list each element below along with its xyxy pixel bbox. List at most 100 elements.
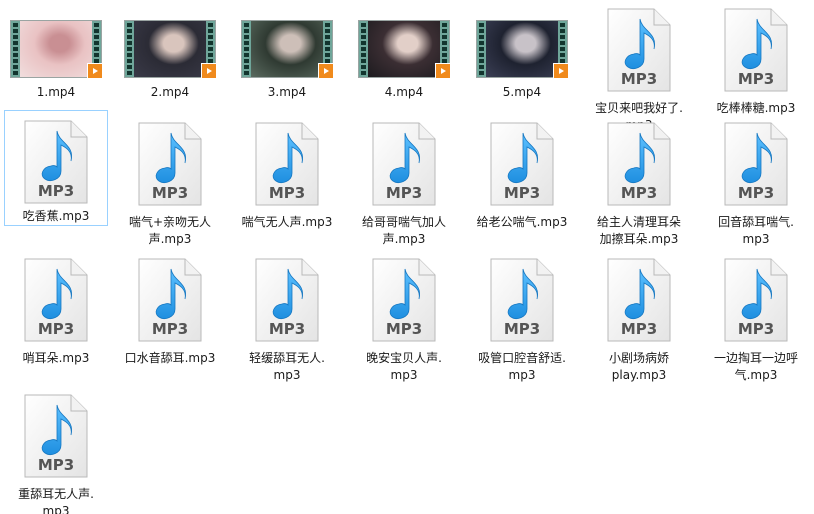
video-frame-preview — [486, 21, 558, 77]
file-name-line: 4.mp4 — [384, 85, 424, 99]
mp3-badge-text: MP3 — [504, 184, 540, 202]
mp3-file-icon: MP3 — [724, 8, 788, 92]
mp3-file-item[interactable]: MP3 轻缓舔耳无人. mp3 — [235, 246, 339, 384]
mp3-badge-text: MP3 — [504, 320, 540, 338]
file-name-label: 口水音舔耳.mp3 — [120, 350, 220, 367]
mp3-badge-text: MP3 — [269, 184, 305, 202]
video-file-icon — [124, 20, 217, 79]
mp3-file-item[interactable]: MP3 回音舔耳喘气. mp3 — [704, 110, 808, 248]
file-name-line: 一边掏耳一边呼 — [713, 351, 798, 365]
file-name-line: 喘气无人声.mp3 — [241, 215, 333, 229]
file-name-line: 给主人清理耳朵 — [596, 215, 681, 229]
mp3-file-item[interactable]: MP3 吃棒棒糖.mp3 — [704, 0, 808, 117]
mp3-file-icon: MP3 — [255, 258, 319, 342]
file-name-label: 1.mp4 — [6, 84, 106, 101]
video-file-item[interactable]: 5.mp4 — [470, 10, 574, 101]
file-thumbnail: MP3 — [591, 2, 687, 98]
mp3-file-icon: MP3 — [24, 394, 88, 478]
mp3-file-icon: MP3 — [724, 258, 788, 342]
mp3-file-icon: MP3 — [372, 258, 436, 342]
play-icon — [318, 63, 334, 79]
video-file-item[interactable]: 4.mp4 — [352, 10, 456, 101]
file-name-line: 1.mp4 — [36, 85, 76, 99]
file-name-line: 3.mp4 — [267, 85, 307, 99]
mp3-badge-text: MP3 — [621, 70, 657, 88]
mp3-file-icon: MP3 — [490, 258, 554, 342]
file-name-label: 轻缓舔耳无人. mp3 — [237, 350, 337, 384]
mp3-file-icon: MP3 — [24, 120, 88, 203]
file-name-label: 5.mp4 — [472, 84, 572, 101]
file-thumbnail: MP3 — [356, 252, 452, 348]
mp3-file-item[interactable]: MP3 吸管口腔音舒适. mp3 — [470, 246, 574, 384]
mp3-file-icon: MP3 — [490, 122, 554, 206]
file-thumbnail: MP3 — [239, 116, 335, 212]
mp3-badge-text: MP3 — [152, 184, 188, 202]
film-strip-icon — [242, 21, 251, 77]
video-file-icon — [10, 20, 103, 79]
file-name-line: mp3 — [508, 368, 536, 382]
file-name-line: 吃香蕉.mp3 — [22, 209, 90, 223]
play-icon — [201, 63, 217, 79]
file-name-label: 小剧场病娇 play.mp3 — [589, 350, 689, 384]
file-name-label: 哨耳朵.mp3 — [6, 350, 106, 367]
mp3-file-icon: MP3 — [138, 122, 202, 206]
file-thumbnail: MP3 — [8, 252, 104, 348]
file-name-line: 给老公喘气.mp3 — [476, 215, 568, 229]
file-thumbnail: MP3 — [708, 116, 804, 212]
mp3-file-item[interactable]: MP3 给哥哥喘气加人 声.mp3 — [352, 110, 456, 248]
mp3-file-item[interactable]: MP3 喘气+亲吻无人 声.mp3 — [118, 110, 222, 248]
file-name-line: 哨耳朵.mp3 — [22, 351, 90, 365]
file-name-label: 给老公喘气.mp3 — [472, 214, 572, 231]
mp3-file-item[interactable]: MP3 口水音舔耳.mp3 — [118, 246, 222, 367]
mp3-file-item[interactable]: MP3 晚安宝贝人声. mp3 — [352, 246, 456, 384]
mp3-file-item[interactable]: MP3 一边掏耳一边呼 气.mp3 — [704, 246, 808, 384]
mp3-file-item[interactable]: MP3 吃香蕉.mp3 — [4, 110, 108, 226]
mp3-badge-text: MP3 — [152, 320, 188, 338]
video-file-item[interactable]: 1.mp4 — [4, 10, 108, 101]
video-file-item[interactable]: 2.mp4 — [118, 10, 222, 101]
file-thumbnail: MP3 — [474, 116, 570, 212]
video-frame-preview — [20, 21, 92, 77]
file-name-line: 轻缓舔耳无人. — [249, 351, 325, 365]
film-strip-icon — [11, 21, 20, 77]
mp3-file-item[interactable]: MP3 给老公喘气.mp3 — [470, 110, 574, 231]
file-name-line: play.mp3 — [611, 368, 667, 382]
file-thumbnail: MP3 — [708, 2, 804, 98]
file-thumbnail: MP3 — [474, 252, 570, 348]
mp3-badge-text: MP3 — [38, 456, 74, 474]
file-name-line: mp3 — [42, 504, 70, 514]
video-file-item[interactable]: 3.mp4 — [235, 10, 339, 101]
mp3-file-item[interactable]: MP3 小剧场病娇 play.mp3 — [587, 246, 691, 384]
video-frame-preview — [251, 21, 323, 77]
file-thumbnail: MP3 — [591, 116, 687, 212]
mp3-file-item[interactable]: MP3 喘气无人声.mp3 — [235, 110, 339, 231]
file-thumbnail: MP3 — [122, 252, 218, 348]
file-name-label: 晚安宝贝人声. mp3 — [354, 350, 454, 384]
mp3-file-icon: MP3 — [607, 122, 671, 206]
mp3-file-item[interactable]: MP3 哨耳朵.mp3 — [4, 246, 108, 367]
mp3-file-item[interactable]: MP3 给主人清理耳朵 加擦耳朵.mp3 — [587, 110, 691, 248]
mp3-badge-text: MP3 — [386, 320, 422, 338]
mp3-badge-text: MP3 — [738, 320, 774, 338]
file-thumbnail: MP3 — [122, 116, 218, 212]
video-frame-preview — [134, 21, 206, 77]
file-name-line: 吸管口腔音舒适. — [478, 351, 566, 365]
file-thumbnail: MP3 — [356, 116, 452, 212]
file-thumbnail: MP3 — [708, 252, 804, 348]
mp3-file-item[interactable]: MP3 重舔耳无人声. mp3 — [4, 382, 108, 514]
mp3-file-icon: MP3 — [607, 8, 671, 92]
file-name-line: 喘气+亲吻无人 — [128, 215, 212, 229]
play-icon — [87, 63, 103, 79]
file-name-line: 小剧场病娇 — [608, 351, 669, 365]
file-name-label: 重舔耳无人声. mp3 — [6, 486, 106, 514]
video-file-icon — [476, 20, 569, 79]
mp3-badge-text: MP3 — [738, 184, 774, 202]
play-icon — [553, 63, 569, 79]
mp3-file-icon: MP3 — [255, 122, 319, 206]
file-thumbnail: MP3 — [239, 252, 335, 348]
mp3-file-icon: MP3 — [724, 122, 788, 206]
file-name-label: 喘气+亲吻无人 声.mp3 — [120, 214, 220, 248]
mp3-file-icon: MP3 — [138, 258, 202, 342]
mp3-badge-text: MP3 — [38, 320, 74, 338]
mp3-badge-text: MP3 — [38, 182, 74, 200]
